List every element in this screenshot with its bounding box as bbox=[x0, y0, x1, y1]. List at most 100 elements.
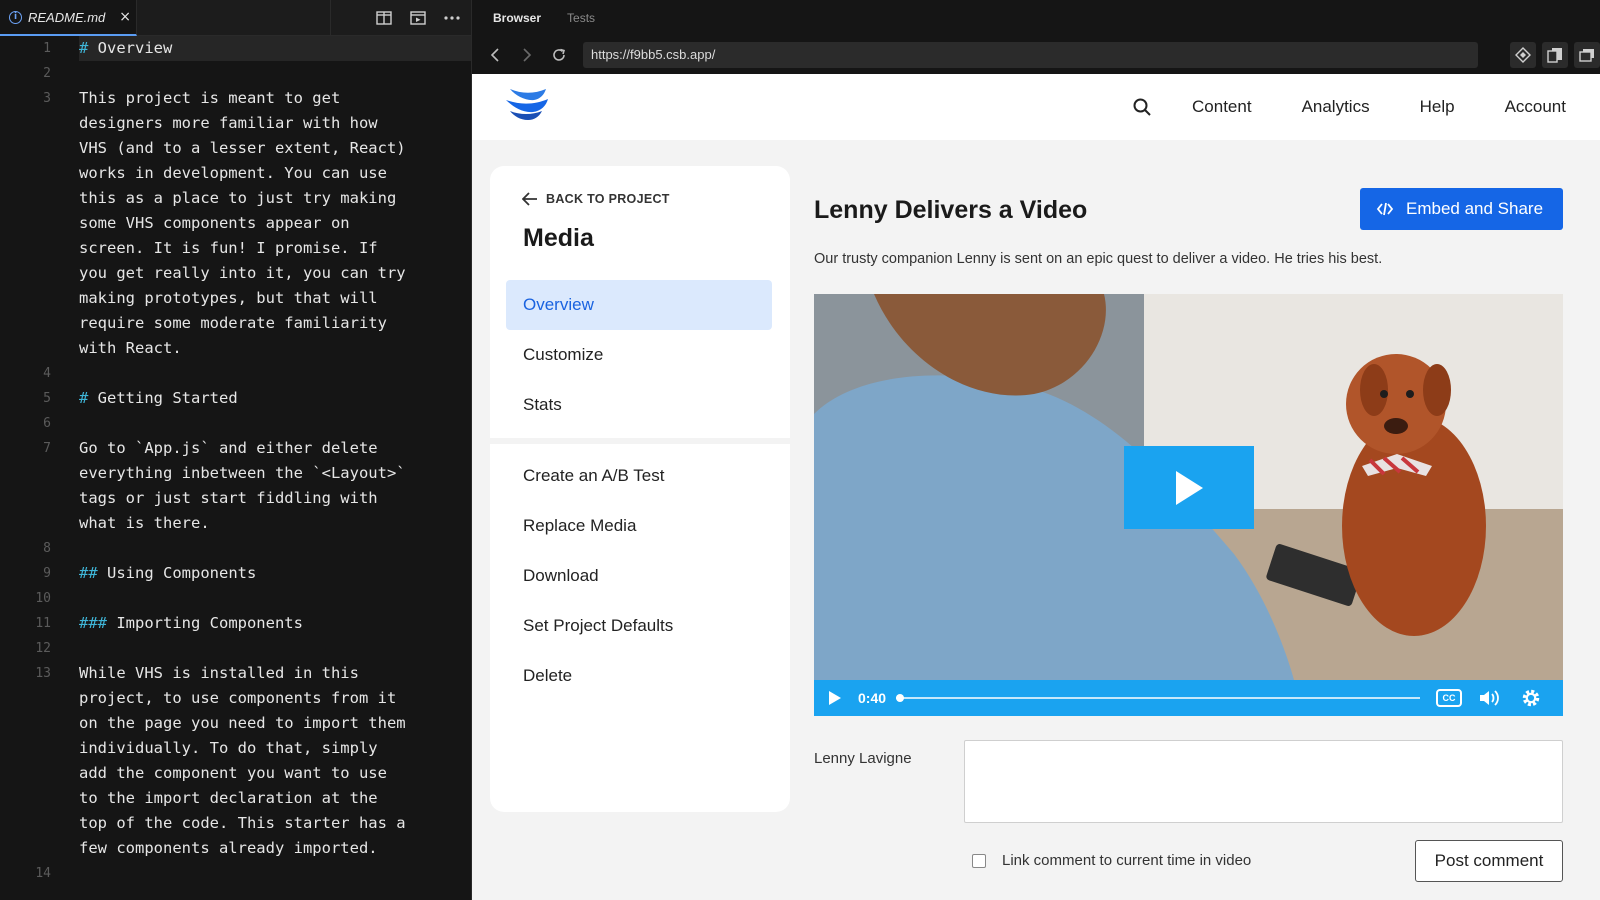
forward-arrow-icon[interactable] bbox=[518, 46, 536, 64]
brand-logo-icon[interactable] bbox=[504, 86, 550, 127]
code-line[interactable]: 8 bbox=[0, 536, 471, 561]
code-line[interactable]: 9 ## Using Components bbox=[0, 561, 471, 586]
line-number bbox=[0, 761, 51, 786]
page-title: Lenny Delivers a Video bbox=[814, 196, 1088, 224]
big-play-button[interactable] bbox=[1124, 446, 1254, 529]
code-line[interactable]: 6 bbox=[0, 411, 471, 436]
sidebar-divider bbox=[490, 438, 790, 444]
media-sidebar: BACK TO PROJECT Media Overview Customize… bbox=[490, 166, 790, 812]
comment-input[interactable] bbox=[964, 740, 1563, 823]
sidebar-item-ab-test[interactable]: Create an A/B Test bbox=[506, 451, 772, 501]
code-line[interactable]: project, to use components from it bbox=[0, 686, 471, 711]
open-window-icon[interactable] bbox=[1574, 42, 1600, 68]
code-line[interactable]: making prototypes, but that will bbox=[0, 286, 471, 311]
back-to-project-link[interactable]: BACK TO PROJECT bbox=[522, 192, 670, 206]
sidebar-item-replace-media[interactable]: Replace Media bbox=[506, 501, 772, 551]
line-number: 2 bbox=[43, 66, 51, 81]
line-number: 4 bbox=[43, 366, 51, 381]
code-line[interactable]: works in development. You can use bbox=[0, 161, 471, 186]
url-actions bbox=[1510, 42, 1600, 68]
code-line[interactable]: some VHS components appear on bbox=[0, 211, 471, 236]
more-icon[interactable] bbox=[443, 9, 461, 27]
sidebar-item-customize[interactable]: Customize bbox=[506, 330, 772, 380]
volume-icon[interactable] bbox=[1478, 688, 1502, 708]
devtools-icon[interactable] bbox=[1510, 42, 1536, 68]
tab-tests[interactable]: Tests bbox=[567, 11, 595, 25]
line-number bbox=[0, 686, 51, 711]
code-text: works in development. You can use bbox=[79, 164, 387, 182]
file-tab-name: README.md bbox=[28, 9, 106, 25]
link-time-checkbox[interactable] bbox=[972, 854, 986, 868]
code-text: ## Using Components bbox=[79, 564, 257, 582]
code-line[interactable]: add the component you want to use bbox=[0, 761, 471, 786]
play-control-icon[interactable] bbox=[828, 690, 842, 706]
code-line[interactable]: require some moderate familiarity bbox=[0, 311, 471, 336]
code-line[interactable]: on the page you need to import them bbox=[0, 711, 471, 736]
code-line[interactable]: this as a place to just try making bbox=[0, 186, 471, 211]
link-time-label[interactable]: Link comment to current time in video bbox=[1002, 852, 1251, 869]
sidebar-item-overview[interactable]: Overview bbox=[506, 280, 772, 330]
code-line[interactable]: 2 bbox=[0, 61, 471, 86]
nav-help[interactable]: Help bbox=[1420, 97, 1455, 117]
code-line[interactable]: tags or just start fiddling with bbox=[0, 486, 471, 511]
code-line[interactable]: with React. bbox=[0, 336, 471, 361]
settings-gear-icon[interactable] bbox=[1520, 687, 1542, 709]
refresh-icon[interactable] bbox=[550, 46, 568, 64]
code-line[interactable]: 1 # Overview bbox=[0, 36, 471, 61]
code-line[interactable]: what is there. bbox=[0, 511, 471, 536]
code-line[interactable]: 7 Go to `App.js` and either delete bbox=[0, 436, 471, 461]
browser-tab-bar: Browser Tests bbox=[472, 0, 1600, 36]
sidebar-item-delete[interactable]: Delete bbox=[506, 651, 772, 701]
search-icon[interactable] bbox=[1132, 97, 1152, 117]
code-line[interactable]: everything inbetween the `<Layout>` bbox=[0, 461, 471, 486]
code-text: individually. To do that, simply bbox=[79, 739, 378, 757]
sidebar-item-stats[interactable]: Stats bbox=[506, 380, 772, 430]
url-input[interactable]: https://f9bb5.csb.app/ bbox=[583, 42, 1478, 68]
code-text: # Getting Started bbox=[79, 389, 238, 407]
sidebar-item-project-defaults[interactable]: Set Project Defaults bbox=[506, 601, 772, 651]
line-number: 5 bbox=[43, 391, 51, 406]
embed-and-share-button[interactable]: Embed and Share bbox=[1360, 188, 1563, 230]
copy-window-icon[interactable] bbox=[1542, 42, 1568, 68]
code-line[interactable]: top of the code. This starter has a bbox=[0, 811, 471, 836]
line-number bbox=[0, 836, 51, 861]
code-line[interactable]: 11 ### Importing Components bbox=[0, 611, 471, 636]
tab-browser[interactable]: Browser bbox=[493, 11, 541, 25]
code-area[interactable]: 1 # Overview 2 3 This project is meant to ge… bbox=[0, 36, 471, 900]
back-label: BACK TO PROJECT bbox=[546, 192, 670, 206]
post-comment-button[interactable]: Post comment bbox=[1415, 840, 1563, 882]
code-line[interactable]: designers more familiar with how bbox=[0, 111, 471, 136]
line-number: 12 bbox=[35, 641, 51, 656]
video-description: Our trusty companion Lenny is sent on an… bbox=[814, 251, 1383, 267]
code-line[interactable]: 14 bbox=[0, 861, 471, 886]
progress-track[interactable] bbox=[896, 694, 1421, 702]
preview-icon[interactable] bbox=[409, 9, 427, 27]
captions-icon[interactable]: CC bbox=[1436, 689, 1463, 707]
code-text: require some moderate familiarity bbox=[79, 314, 387, 332]
sidebar-item-download[interactable]: Download bbox=[506, 551, 772, 601]
nav-analytics[interactable]: Analytics bbox=[1302, 97, 1370, 117]
progress-thumb[interactable] bbox=[896, 694, 905, 702]
code-line[interactable]: to the import declaration at the bbox=[0, 786, 471, 811]
code-line[interactable]: 13 While VHS is installed in this bbox=[0, 661, 471, 686]
code-line[interactable]: individually. To do that, simply bbox=[0, 736, 471, 761]
code-line[interactable]: 10 bbox=[0, 586, 471, 611]
back-arrow-icon[interactable] bbox=[486, 46, 504, 64]
code-line[interactable]: screen. It is fun! I promise. If bbox=[0, 236, 471, 261]
code-line[interactable]: few components already imported. bbox=[0, 836, 471, 861]
close-icon[interactable]: × bbox=[119, 9, 131, 25]
code-line[interactable]: 5 # Getting Started bbox=[0, 386, 471, 411]
code-line[interactable]: 3 This project is meant to get bbox=[0, 86, 471, 111]
video-player[interactable]: 0:40 CC bbox=[814, 294, 1563, 716]
code-line[interactable]: you get really into it, you can try bbox=[0, 261, 471, 286]
code-line[interactable]: 4 bbox=[0, 361, 471, 386]
line-number: 6 bbox=[43, 416, 51, 431]
play-icon bbox=[1176, 470, 1203, 505]
split-view-icon[interactable] bbox=[375, 9, 393, 27]
file-tab-readme[interactable]: i README.md × bbox=[0, 0, 137, 36]
code-line[interactable]: VHS (and to a lesser extent, React) bbox=[0, 136, 471, 161]
code-text: screen. It is fun! I promise. If bbox=[79, 239, 378, 257]
code-line[interactable]: 12 bbox=[0, 636, 471, 661]
nav-account[interactable]: Account bbox=[1505, 97, 1566, 117]
nav-content[interactable]: Content bbox=[1192, 97, 1252, 117]
